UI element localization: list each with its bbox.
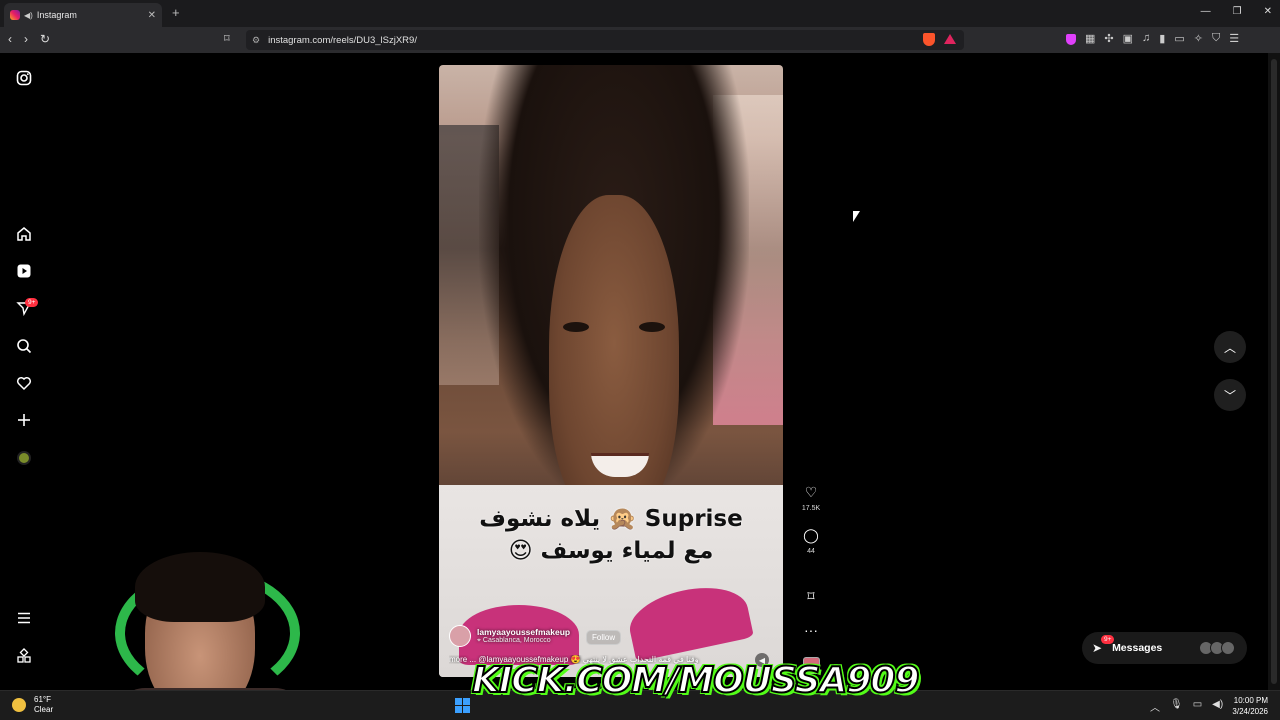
address-bar[interactable]: ⚙ instagram.com/reels/DU3_lSzjXR9/ (246, 30, 964, 50)
messages-icon: ➤ 9+ (1092, 635, 1115, 655)
instagram-favicon-icon (10, 10, 20, 20)
moon-icon (12, 698, 26, 712)
window-controls: — ❐ ✕ (1201, 6, 1272, 17)
menu-icon[interactable]: ☰ (1229, 32, 1239, 45)
sidebar-toggle-icon[interactable]: ▮ (1159, 32, 1165, 45)
tab-instagram[interactable]: ◀) Instagram ✕ (4, 3, 162, 27)
follow-button[interactable]: Follow (586, 630, 622, 645)
messages-badge: 9+ (1101, 635, 1115, 644)
speaker-icon[interactable]: ◀) (24, 11, 33, 20)
comment-icon[interactable]: ◯ (799, 527, 823, 544)
caption-line-2: مع لمياء يوسف 😍 (508, 538, 714, 564)
video-subject-eye (639, 322, 665, 332)
stream-overlay-text: KICK.COM/MOUSSA909 (471, 659, 921, 702)
more-options[interactable]: ··· (799, 622, 823, 638)
author-location[interactable]: ⌖ Casablanca, Morocco (477, 637, 570, 645)
restore-icon[interactable]: ❐ (1233, 6, 1242, 17)
instagram-logo-icon[interactable] (14, 68, 34, 88)
bookmark-save-icon[interactable]: ⌑ (799, 588, 823, 605)
comment-action[interactable]: ◯ 44 (799, 527, 823, 555)
microphone-icon[interactable]: 🎙 (1170, 699, 1183, 714)
save-action[interactable]: ⌑ (799, 588, 823, 605)
previous-reel-button[interactable]: ︿ (1214, 331, 1246, 363)
navigation-buttons: ‹ › ↻ (8, 32, 50, 46)
cast-icon[interactable]: ▣ (1123, 32, 1133, 45)
temperature: 61°F (34, 695, 51, 704)
scrollbar-thumb[interactable] (1271, 59, 1277, 684)
close-window-icon[interactable]: ✕ (1264, 6, 1272, 17)
tray-chevron-icon[interactable]: ︿ (1150, 699, 1160, 714)
messages-button[interactable]: ➤ 9+ Messages (1082, 632, 1247, 664)
extension-grid-icon[interactable]: ▦ (1085, 32, 1095, 45)
more-menu-icon[interactable] (14, 608, 34, 628)
brave-shields-icon[interactable] (923, 33, 935, 46)
comment-count: 44 (807, 548, 815, 555)
ai-icon[interactable]: ✧ (1194, 32, 1203, 45)
streamer-hair (135, 552, 265, 622)
scrollbar[interactable] (1268, 53, 1280, 690)
reels-icon[interactable] (14, 261, 34, 281)
create-icon[interactable] (14, 410, 34, 430)
new-tab-button[interactable]: + (172, 5, 180, 20)
like-heart-icon[interactable]: ♡ (799, 484, 823, 501)
tab-title: Instagram (36, 10, 77, 20)
vpn-icon[interactable]: ⛉ (1212, 32, 1220, 45)
location-text: Casablanca, Morocco (482, 637, 551, 644)
back-icon[interactable]: ‹ (8, 32, 12, 46)
forward-icon[interactable]: › (24, 32, 28, 46)
network-icon[interactable]: ▭ (1193, 699, 1202, 714)
profile-avatar[interactable] (17, 451, 31, 465)
tab-bar: ◀) Instagram ✕ + — ❐ ✕ (0, 0, 1280, 27)
messages-avatars (1199, 641, 1235, 655)
video-subject-eye (563, 322, 589, 332)
also-from-meta-icon[interactable] (14, 646, 34, 666)
reload-icon[interactable]: ↻ (40, 32, 50, 46)
clock-date: 3/24/2026 (1232, 707, 1268, 716)
weather-condition: Clear (34, 705, 54, 714)
chevron-up-icon: ︿ (1223, 340, 1236, 355)
puzzle-icon[interactable]: ✣ (1104, 32, 1113, 45)
site-info-icon[interactable]: ⚙ (252, 35, 260, 46)
music-icon[interactable]: ♫ (1142, 32, 1150, 45)
home-icon[interactable] (14, 224, 34, 244)
like-count: 17.5K (801, 505, 821, 512)
wallet-icon[interactable]: ▭ (1174, 32, 1184, 45)
reel-author: lamyaayoussefmakeup ⌖ Casablanca, Morocc… (449, 625, 570, 647)
bookmark-icon[interactable]: ⌑ (224, 32, 230, 45)
more-options-icon[interactable]: ··· (799, 622, 823, 638)
minimize-icon[interactable]: — (1201, 6, 1211, 17)
search-icon[interactable] (14, 336, 34, 356)
chat-avatar (1221, 641, 1235, 655)
close-tab-icon[interactable]: ✕ (148, 10, 156, 21)
clock[interactable]: 10:00 PM 3/24/2026 (1222, 695, 1268, 717)
windows-start-icon[interactable] (455, 698, 470, 713)
clock-time: 10:00 PM (1233, 696, 1268, 705)
heart-icon[interactable] (14, 373, 34, 393)
author-avatar[interactable] (449, 625, 471, 647)
like-action[interactable]: ♡ 17.5K (799, 484, 823, 512)
url-text: instagram.com/reels/DU3_lSzjXR9/ (268, 34, 417, 46)
chevron-down-icon: ﹀ (1223, 388, 1236, 403)
extension-shield-icon[interactable] (1066, 34, 1076, 45)
next-reel-button[interactable]: ﹀ (1214, 379, 1246, 411)
extensions-area: ▦ ✣ ▣ ♫ ▮ ▭ ✧ ⛉ ☰ (1066, 32, 1239, 45)
caption-line-1: Suprise 🙊 يلاه نشوف (479, 506, 743, 532)
weather-widget[interactable]: 61°F Clear (12, 695, 53, 715)
notification-badge: 9+ (25, 298, 39, 307)
video-caption: Suprise 🙊 يلاه نشوف مع لمياء يوسف 😍 (439, 503, 783, 567)
mouse-cursor (853, 211, 860, 222)
author-username[interactable]: lamyaayoussefmakeup (477, 627, 570, 637)
reel-video[interactable]: Suprise 🙊 يلاه نشوف مع لمياء يوسف 😍 lamy… (439, 65, 783, 677)
system-tray: ︿ 🎙 ▭ ◀) (1150, 699, 1223, 714)
messages-label: Messages (1112, 642, 1163, 654)
brave-rewards-icon[interactable] (944, 34, 956, 44)
